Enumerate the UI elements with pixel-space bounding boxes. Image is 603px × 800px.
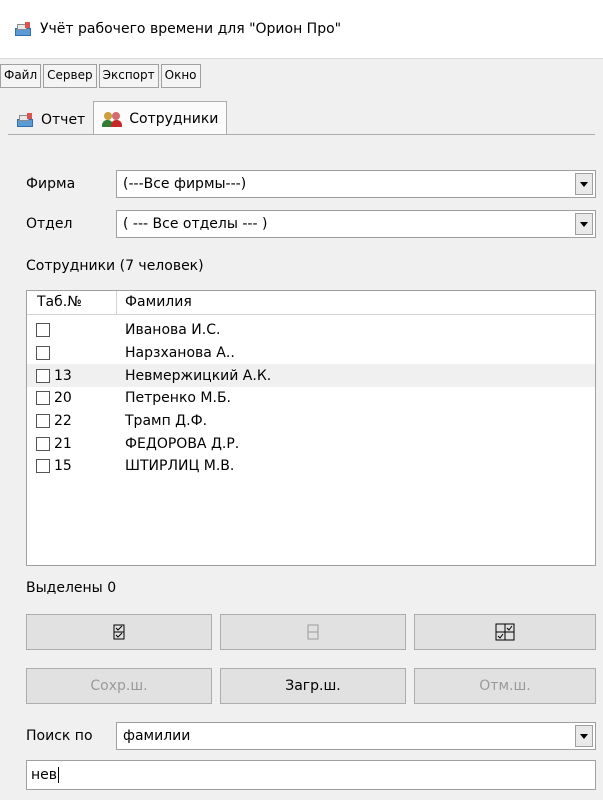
firm-select[interactable]: (---Все фирмы---): [116, 170, 596, 198]
column-header-surname[interactable]: Фамилия: [117, 291, 192, 314]
row-tab-number: 13: [54, 367, 72, 384]
report-icon: [16, 112, 34, 128]
selected-value: 0: [107, 580, 117, 596]
list-header: Таб.№ Фамилия: [27, 291, 595, 315]
tab-strip: Отчет Сотрудники: [8, 100, 228, 135]
employees-caption: Сотрудники (7 человек): [26, 258, 204, 274]
tab-report[interactable]: Отчет: [8, 106, 93, 134]
list-item[interactable]: 13 Невмержицкий А.К.: [27, 364, 595, 388]
invert-selection-icon: [495, 623, 515, 641]
chevron-down-icon[interactable]: [575, 173, 593, 195]
cancel-template-button[interactable]: Отм.ш.: [414, 668, 596, 704]
selected-count: Выделены 0: [26, 580, 116, 596]
row-name: Трамп Д.Ф.: [125, 413, 208, 430]
row-checkbox[interactable]: [36, 391, 50, 406]
column-header-tab-number[interactable]: Таб.№: [27, 291, 117, 314]
row-name: Нарзханова А..: [125, 345, 235, 362]
row-name: Петренко М.Б.: [125, 390, 232, 407]
row-tab-number: 21: [54, 435, 72, 452]
row-checkbox[interactable]: [36, 323, 50, 338]
search-mode-select[interactable]: фамилии: [116, 722, 596, 750]
row-tab-number: 20: [54, 390, 72, 407]
uncheck-all-icon: [307, 624, 319, 640]
search-by-label: Поиск по: [26, 728, 93, 744]
load-template-button[interactable]: Загр.ш.: [220, 668, 406, 704]
check-all-icon: [113, 624, 125, 640]
search-mode-value: фамилии: [123, 728, 191, 744]
app-icon: [14, 21, 32, 37]
tab-panel-border: [8, 134, 595, 135]
save-template-button[interactable]: Сохр.ш.: [26, 668, 212, 704]
search-input-value: нев: [31, 767, 58, 783]
row-name: Иванова И.С.: [125, 322, 221, 339]
list-item[interactable]: 21 ФЕДОРОВА Д.Р.: [27, 432, 595, 455]
dept-select-value: ( --- Все отделы --- ): [123, 216, 268, 232]
search-input[interactable]: нев: [26, 760, 596, 790]
list-item[interactable]: Иванова И.С.: [27, 319, 595, 342]
firm-label: Фирма: [26, 176, 76, 192]
menu-server[interactable]: Сервер: [43, 64, 97, 88]
employees-list[interactable]: Таб.№ Фамилия Иванова И.С. Нарзханова А.…: [26, 290, 596, 566]
row-name: Невмержицкий А.К.: [125, 367, 272, 384]
row-checkbox[interactable]: [36, 436, 50, 451]
text-caret: [58, 767, 60, 783]
list-item[interactable]: 15 ШТИРЛИЦ М.В.: [27, 455, 595, 478]
row-name: ШТИРЛИЦ М.В.: [125, 458, 235, 475]
row-checkbox[interactable]: [36, 459, 50, 474]
firm-select-value: (---Все фирмы---): [123, 176, 247, 192]
tab-report-label: Отчет: [41, 112, 86, 128]
menu-file[interactable]: Файл: [0, 64, 42, 88]
row-checkbox[interactable]: [36, 346, 50, 361]
title-bar: Учёт рабочего времени для "Орион Про": [0, 0, 603, 59]
list-item[interactable]: 22 Трамп Д.Ф.: [27, 410, 595, 433]
row-checkbox[interactable]: [36, 368, 50, 383]
people-icon: [102, 111, 123, 127]
selected-label: Выделены: [26, 580, 103, 596]
tab-employees-label: Сотрудники: [129, 110, 219, 127]
uncheck-all-button[interactable]: [220, 614, 406, 650]
menu-window[interactable]: Окно: [160, 64, 201, 88]
chevron-down-icon[interactable]: [575, 213, 593, 235]
row-tab-number: 15: [54, 458, 72, 475]
dept-select[interactable]: ( --- Все отделы --- ): [116, 210, 596, 238]
check-all-button[interactable]: [26, 614, 212, 650]
row-tab-number: 22: [54, 413, 72, 430]
row-name: ФЕДОРОВА Д.Р.: [125, 435, 240, 452]
tab-employees[interactable]: Сотрудники: [93, 101, 228, 135]
menu-export[interactable]: Экспорт: [98, 64, 159, 88]
invert-selection-button[interactable]: [414, 614, 596, 650]
list-item[interactable]: 20 Петренко М.Б.: [27, 387, 595, 410]
dept-label: Отдел: [26, 216, 73, 232]
row-checkbox[interactable]: [36, 414, 50, 429]
list-item[interactable]: Нарзханова А..: [27, 342, 595, 365]
chevron-down-icon[interactable]: [575, 725, 593, 747]
window-title: Учёт рабочего времени для "Орион Про": [40, 21, 342, 37]
menu-bar: Файл Сервер Экспорт Окно: [0, 64, 603, 88]
